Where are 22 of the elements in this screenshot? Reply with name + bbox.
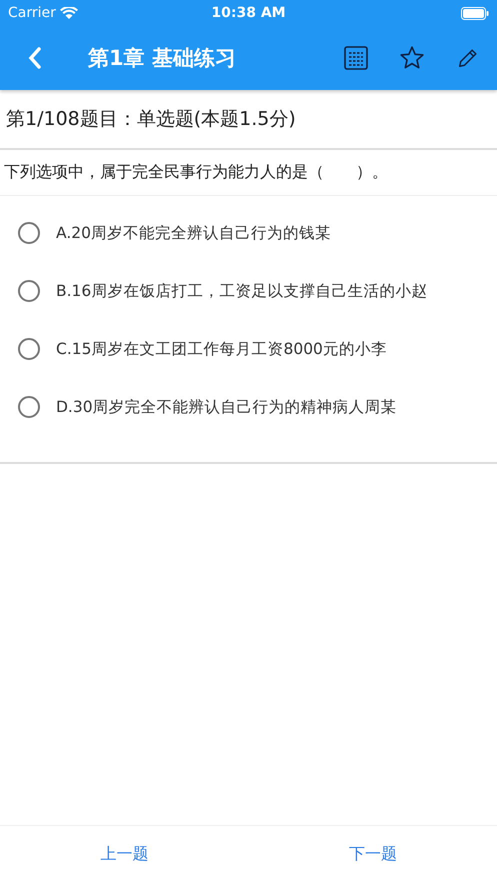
grid-button[interactable] — [341, 43, 371, 73]
battery-icon — [461, 6, 489, 20]
radio-button[interactable] — [18, 222, 40, 244]
option-label[interactable]: C.15周岁在文工团工作每月工资8000元的小李 — [56, 338, 387, 360]
pencil-icon — [457, 47, 479, 69]
radio-button[interactable] — [18, 338, 40, 360]
radio-button[interactable] — [18, 280, 40, 302]
star-icon — [399, 45, 425, 71]
next-button[interactable]: 下一题 — [248, 826, 497, 883]
carrier-label: Carrier — [8, 5, 56, 21]
option-label[interactable]: D.30周岁完全不能辨认自己行为的精神病人周某 — [56, 396, 397, 418]
question-header: 第1/108题目：单选题(本题1.5分) — [0, 90, 497, 150]
chevron-left-icon — [28, 47, 42, 69]
page-title: 第1章 基础练习 — [88, 45, 237, 72]
question-text: 下列选项中，属于完全民事行为能力人的是（ ）。 — [0, 150, 497, 196]
option-label[interactable]: A.20周岁不能完全辨认自己行为的钱某 — [56, 222, 331, 244]
grid-icon — [344, 46, 368, 70]
previous-button[interactable]: 上一题 — [0, 826, 248, 883]
radio-button[interactable] — [18, 396, 40, 418]
option-label[interactable]: B.16周岁在饭店打工，工资足以支撑自己生活的小赵 — [56, 280, 428, 302]
wifi-icon — [60, 6, 78, 20]
clock: 10:38 AM — [211, 5, 286, 21]
